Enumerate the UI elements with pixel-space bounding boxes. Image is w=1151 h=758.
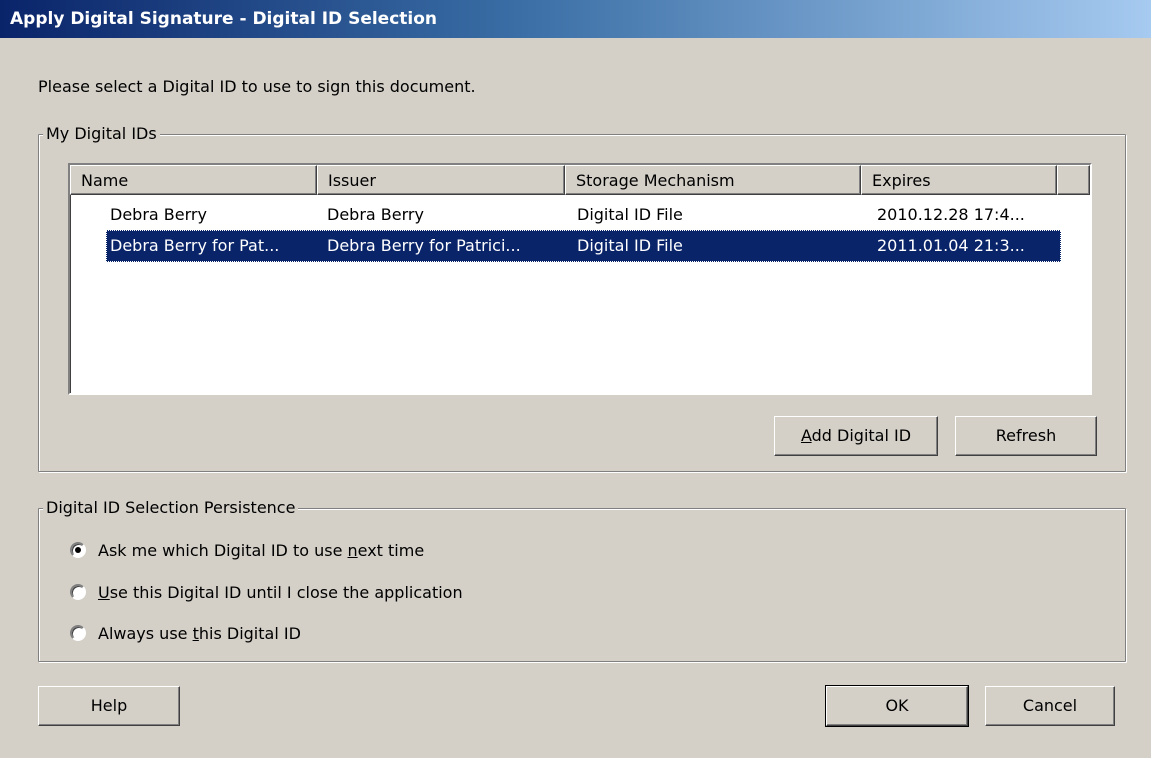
label-mnemonic: n <box>347 540 358 560</box>
cell-issuer: Debra Berry <box>327 205 424 224</box>
radio-button-checked[interactable] <box>70 542 86 558</box>
add-digital-id-label: dd Digital ID <box>811 426 912 445</box>
help-button[interactable]: Help <box>38 686 180 726</box>
radio-always-use[interactable]: Always use this Digital ID <box>70 621 301 645</box>
radio-label-until-close: Use this Digital ID until I close the ap… <box>98 583 463 602</box>
cell-storage: Digital ID File <box>577 205 683 224</box>
table-row[interactable]: Debra Berry Debra Berry Digital ID File … <box>106 199 1063 231</box>
add-digital-id-mnemonic: A <box>800 426 812 445</box>
selection-persistence-group-title: Digital ID Selection Persistence <box>43 497 299 519</box>
help-button-label: Help <box>90 696 128 715</box>
add-digital-id-button[interactable]: Add Digital ID <box>774 416 938 456</box>
window-title: Apply Digital Signature - Digital ID Sel… <box>10 9 438 29</box>
cell-name: Debra Berry for Pat... <box>110 236 280 255</box>
refresh-button-label: Refresh <box>995 426 1057 445</box>
title-bar: Apply Digital Signature - Digital ID Sel… <box>0 0 1151 38</box>
label-part: Always use <box>98 623 193 643</box>
radio-label-ask: Ask me which Digital ID to use next time <box>98 541 424 560</box>
cancel-button[interactable]: Cancel <box>985 686 1115 726</box>
label-part: Ask me which Digital ID to use <box>98 540 348 560</box>
cell-name: Debra Berry <box>110 205 207 224</box>
column-header-name[interactable]: Name <box>70 165 317 195</box>
cell-storage: Digital ID File <box>577 236 683 255</box>
label-part: se this Digital ID until I close the app… <box>109 582 463 602</box>
column-header-issuer[interactable]: Issuer <box>317 165 565 195</box>
label-mnemonic: U <box>98 582 110 602</box>
radio-button[interactable] <box>70 625 86 641</box>
column-header-expires[interactable]: Expires <box>861 165 1057 195</box>
table-row-selected[interactable]: Debra Berry for Pat... Debra Berry for P… <box>106 230 1061 262</box>
column-header-storage[interactable]: Storage Mechanism <box>565 165 861 195</box>
radio-ask-next-time[interactable]: Ask me which Digital ID to use next time <box>70 538 424 562</box>
radio-label-always: Always use this Digital ID <box>98 624 301 643</box>
cell-issuer: Debra Berry for Patrici... <box>327 236 521 255</box>
ok-button-label: OK <box>885 696 909 715</box>
label-part: ext time <box>357 540 425 560</box>
cell-expires: 2010.12.28 17:4... <box>877 205 1025 224</box>
ok-button[interactable]: OK <box>825 685 969 727</box>
column-header-filler <box>1057 165 1090 195</box>
list-header: Name Issuer Storage Mechanism Expires <box>70 165 1090 195</box>
radio-button[interactable] <box>70 584 86 600</box>
digital-id-list[interactable]: Name Issuer Storage Mechanism Expires De… <box>68 163 1092 395</box>
label-part: his Digital ID <box>198 623 301 643</box>
cancel-button-label: Cancel <box>1022 696 1078 715</box>
radio-until-close[interactable]: Use this Digital ID until I close the ap… <box>70 580 463 604</box>
my-digital-ids-group-title: My Digital IDs <box>43 123 160 145</box>
cell-expires: 2011.01.04 21:3... <box>877 236 1025 255</box>
instruction-text: Please select a Digital ID to use to sig… <box>38 77 476 96</box>
refresh-button[interactable]: Refresh <box>955 416 1097 456</box>
